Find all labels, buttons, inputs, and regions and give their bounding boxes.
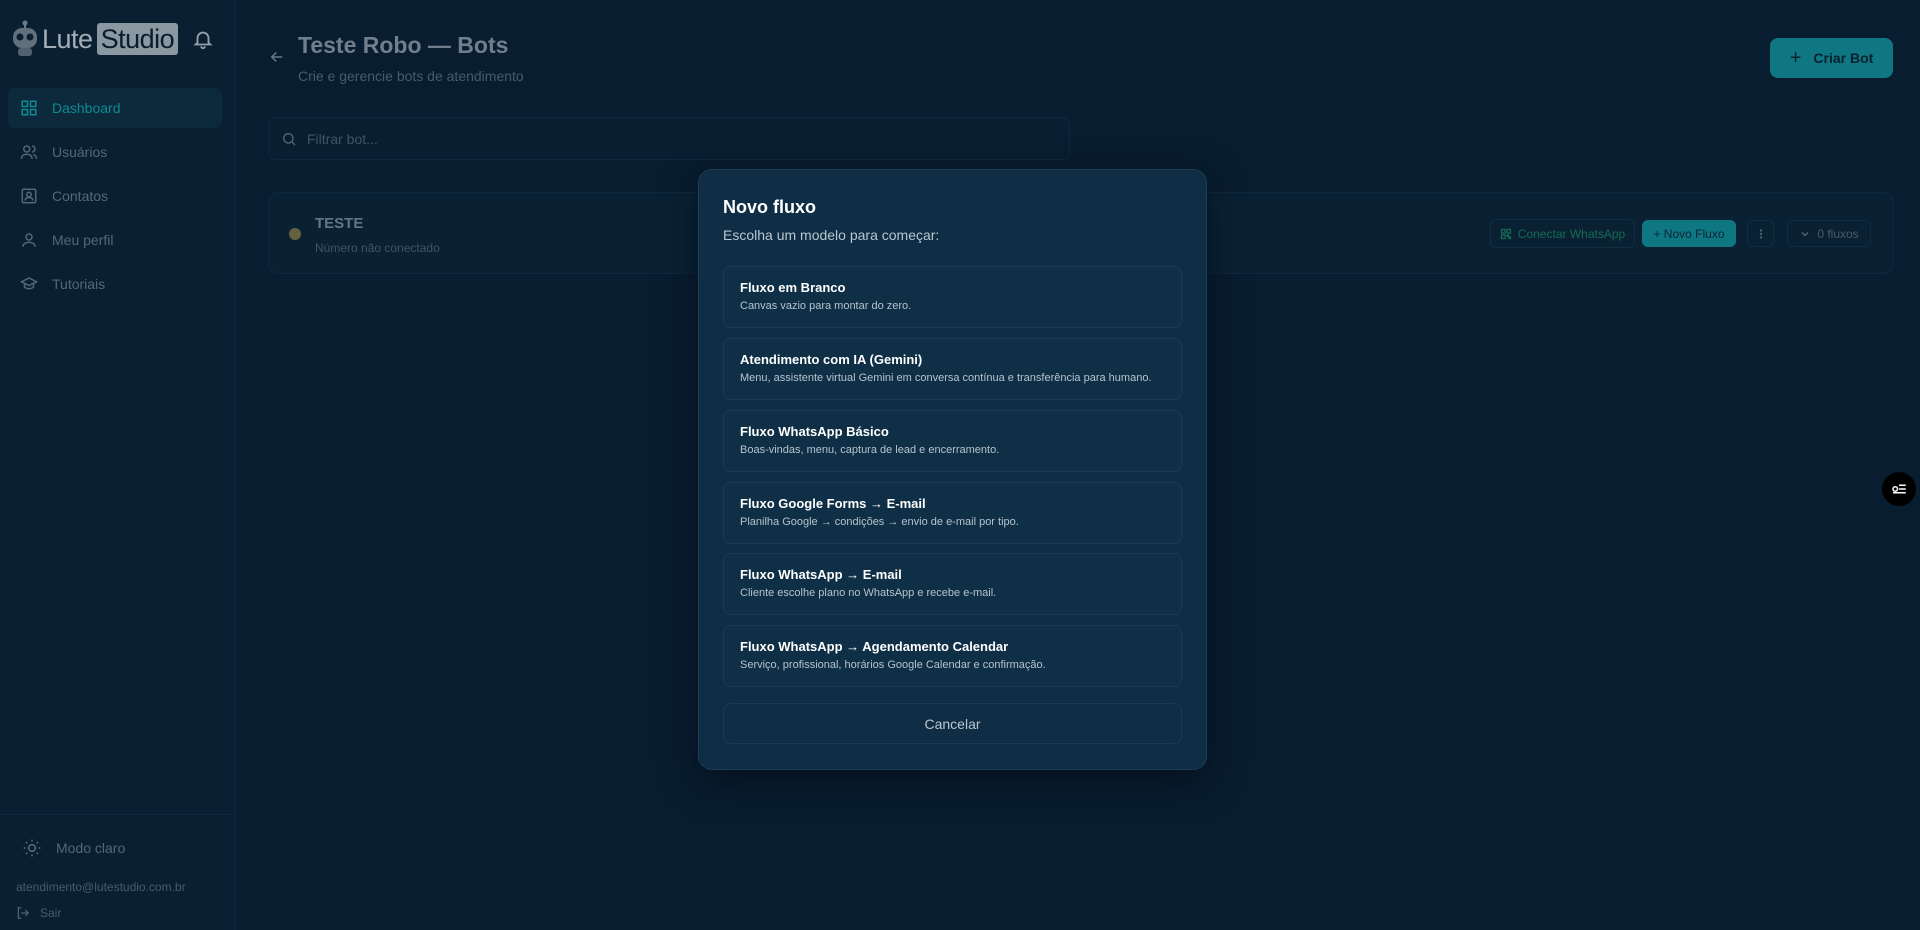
cancel-button[interactable]: Cancelar	[723, 703, 1182, 744]
option-title: Fluxo WhatsApp → Agendamento Calendar	[740, 639, 1009, 654]
option-description: Canvas vazio para montar do zero.	[740, 300, 912, 312]
floating-settings-button[interactable]	[1882, 472, 1916, 506]
option-description: Boas-vindas, menu, captura de lead e enc…	[740, 444, 1000, 456]
option-title: Fluxo Google Forms → E-mail	[740, 496, 926, 511]
template-option-ia-gemini[interactable]: Atendimento com IA (Gemini) Menu, assist…	[723, 338, 1182, 400]
template-option-whatsapp-calendar[interactable]: Fluxo WhatsApp → Agendamento Calendar Se…	[723, 625, 1182, 687]
sliders-icon	[1892, 484, 1906, 494]
modal-title: Novo fluxo	[723, 197, 816, 217]
option-description: Planilha Google → condições → envio de e…	[740, 516, 1019, 528]
option-title: Fluxo em Branco	[740, 280, 846, 295]
option-description: Cliente escolhe plano no WhatsApp e rece…	[740, 587, 997, 599]
option-description: Menu, assistente virtual Gemini em conve…	[740, 372, 1152, 384]
modal-subtitle: Escolha um modelo para começar:	[723, 227, 940, 243]
template-option-google-forms-email[interactable]: Fluxo Google Forms → E-mail Planilha Goo…	[723, 482, 1182, 544]
option-description: Serviço, profissional, horários Google C…	[740, 659, 1046, 671]
new-flow-modal: Novo fluxo Escolha um modelo para começa…	[698, 169, 1207, 770]
template-option-whatsapp-email[interactable]: Fluxo WhatsApp → E-mail Cliente escolhe …	[723, 553, 1182, 615]
template-option-blank[interactable]: Fluxo em Branco Canvas vazio para montar…	[723, 266, 1182, 328]
template-option-whatsapp-basic[interactable]: Fluxo WhatsApp Básico Boas-vindas, menu,…	[723, 410, 1182, 472]
option-title: Atendimento com IA (Gemini)	[740, 352, 923, 367]
option-title: Fluxo WhatsApp → E-mail	[740, 567, 902, 582]
option-title: Fluxo WhatsApp Básico	[740, 424, 889, 439]
